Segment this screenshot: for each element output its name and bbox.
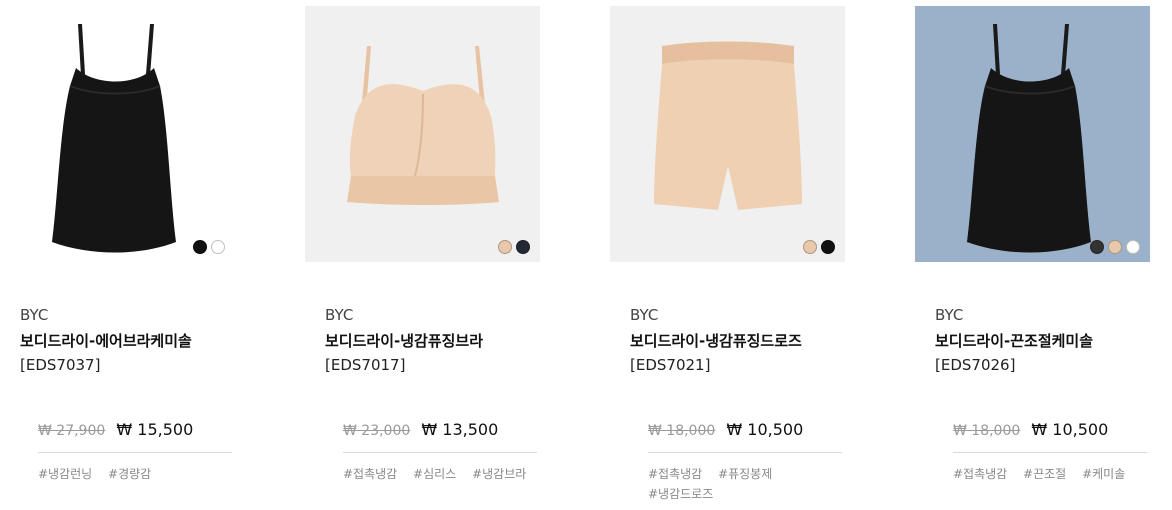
hashtag-link[interactable]: #경량감	[108, 467, 151, 481]
sale-price: ₩ 10,500	[726, 420, 804, 439]
color-swatches	[193, 240, 225, 254]
original-price: ₩ 23,000	[343, 423, 411, 439]
product-name[interactable]: 보디드라이-냉감퓨징브라	[325, 330, 483, 351]
product-brand: BYC	[20, 306, 49, 324]
color-swatch[interactable]	[1126, 240, 1140, 254]
product-brand: BYC	[630, 306, 659, 324]
product-brand: BYC	[325, 306, 354, 324]
original-price: ₩ 27,900	[38, 423, 106, 439]
product-image[interactable]	[305, 6, 540, 262]
divider	[648, 452, 842, 453]
hashtag-link[interactable]: #퓨징봉제	[718, 467, 772, 481]
camisole-image	[967, 24, 1091, 253]
product-card[interactable]: BYC 보디드라이-냉감퓨징드로즈 [EDS7021] ₩ 18,000 ₩ 1…	[610, 6, 845, 506]
hashtag-link[interactable]: #접촉냉감	[953, 467, 1007, 481]
product-code: [EDS7021]	[630, 356, 711, 374]
product-brand: BYC	[935, 306, 964, 324]
color-swatch[interactable]	[193, 240, 207, 254]
product-image[interactable]	[610, 6, 845, 262]
divider	[38, 452, 232, 453]
product-card[interactable]: BYC 보디드라이-냉감퓨징브라 [EDS7017] ₩ 23,000 ₩ 13…	[305, 6, 540, 506]
product-code: [EDS7017]	[325, 356, 406, 374]
color-swatch[interactable]	[821, 240, 835, 254]
sale-price: ₩ 10,500	[1031, 420, 1109, 439]
camisole-image	[52, 24, 176, 253]
hashtag-link[interactable]: #심리스	[413, 467, 456, 481]
color-swatch[interactable]	[1108, 240, 1122, 254]
product-name[interactable]: 보디드라이-냉감퓨징드로즈	[630, 330, 802, 351]
price-row: ₩ 18,000 ₩ 10,500	[648, 420, 803, 439]
color-swatch[interactable]	[211, 240, 225, 254]
color-swatches	[1090, 240, 1140, 254]
original-price: ₩ 18,000	[953, 423, 1021, 439]
hashtag-link[interactable]: #접촉냉감	[343, 467, 397, 481]
product-card[interactable]: BYC 보디드라이-끈조절케미솔 [EDS7026] ₩ 18,000 ₩ 10…	[915, 6, 1150, 506]
bra-image	[347, 46, 499, 205]
original-price: ₩ 18,000	[648, 423, 716, 439]
product-code: [EDS7026]	[935, 356, 1016, 374]
sale-price: ₩ 15,500	[116, 420, 194, 439]
tag-list: #냉감런닝 #경량감	[38, 464, 234, 484]
product-name[interactable]: 보디드라이-에어브라케미솔	[20, 330, 192, 351]
hashtag-link[interactable]: #냉감드로즈	[648, 487, 713, 501]
tag-list: #접촉냉감 #끈조절 #케미솔	[953, 464, 1149, 484]
tag-list: #접촉냉감 #퓨징봉제 #냉감드로즈	[648, 464, 844, 504]
hashtag-link[interactable]: #케미솔	[1082, 467, 1125, 481]
hashtag-link[interactable]: #접촉냉감	[648, 467, 702, 481]
product-card[interactable]: BYC 보디드라이-에어브라케미솔 [EDS7037] ₩ 27,900 ₩ 1…	[0, 6, 235, 506]
price-row: ₩ 18,000 ₩ 10,500	[953, 420, 1108, 439]
hashtag-link[interactable]: #냉감런닝	[38, 467, 92, 481]
shorts-image	[654, 41, 802, 210]
color-swatch[interactable]	[516, 240, 530, 254]
divider	[953, 452, 1147, 453]
product-name[interactable]: 보디드라이-끈조절케미솔	[935, 330, 1093, 351]
color-swatches	[498, 240, 530, 254]
price-row: ₩ 27,900 ₩ 15,500	[38, 420, 193, 439]
product-code: [EDS7037]	[20, 356, 101, 374]
product-image[interactable]	[0, 6, 235, 262]
color-swatch[interactable]	[803, 240, 817, 254]
product-grid: BYC 보디드라이-에어브라케미솔 [EDS7037] ₩ 27,900 ₩ 1…	[0, 0, 1172, 510]
product-image[interactable]	[915, 6, 1150, 262]
color-swatch[interactable]	[1090, 240, 1104, 254]
price-row: ₩ 23,000 ₩ 13,500	[343, 420, 498, 439]
sale-price: ₩ 13,500	[421, 420, 499, 439]
divider	[343, 452, 537, 453]
color-swatches	[803, 240, 835, 254]
tag-list: #접촉냉감 #심리스 #냉감브라	[343, 464, 539, 484]
color-swatch[interactable]	[498, 240, 512, 254]
hashtag-link[interactable]: #냉감브라	[472, 467, 526, 481]
hashtag-link[interactable]: #끈조절	[1023, 467, 1066, 481]
